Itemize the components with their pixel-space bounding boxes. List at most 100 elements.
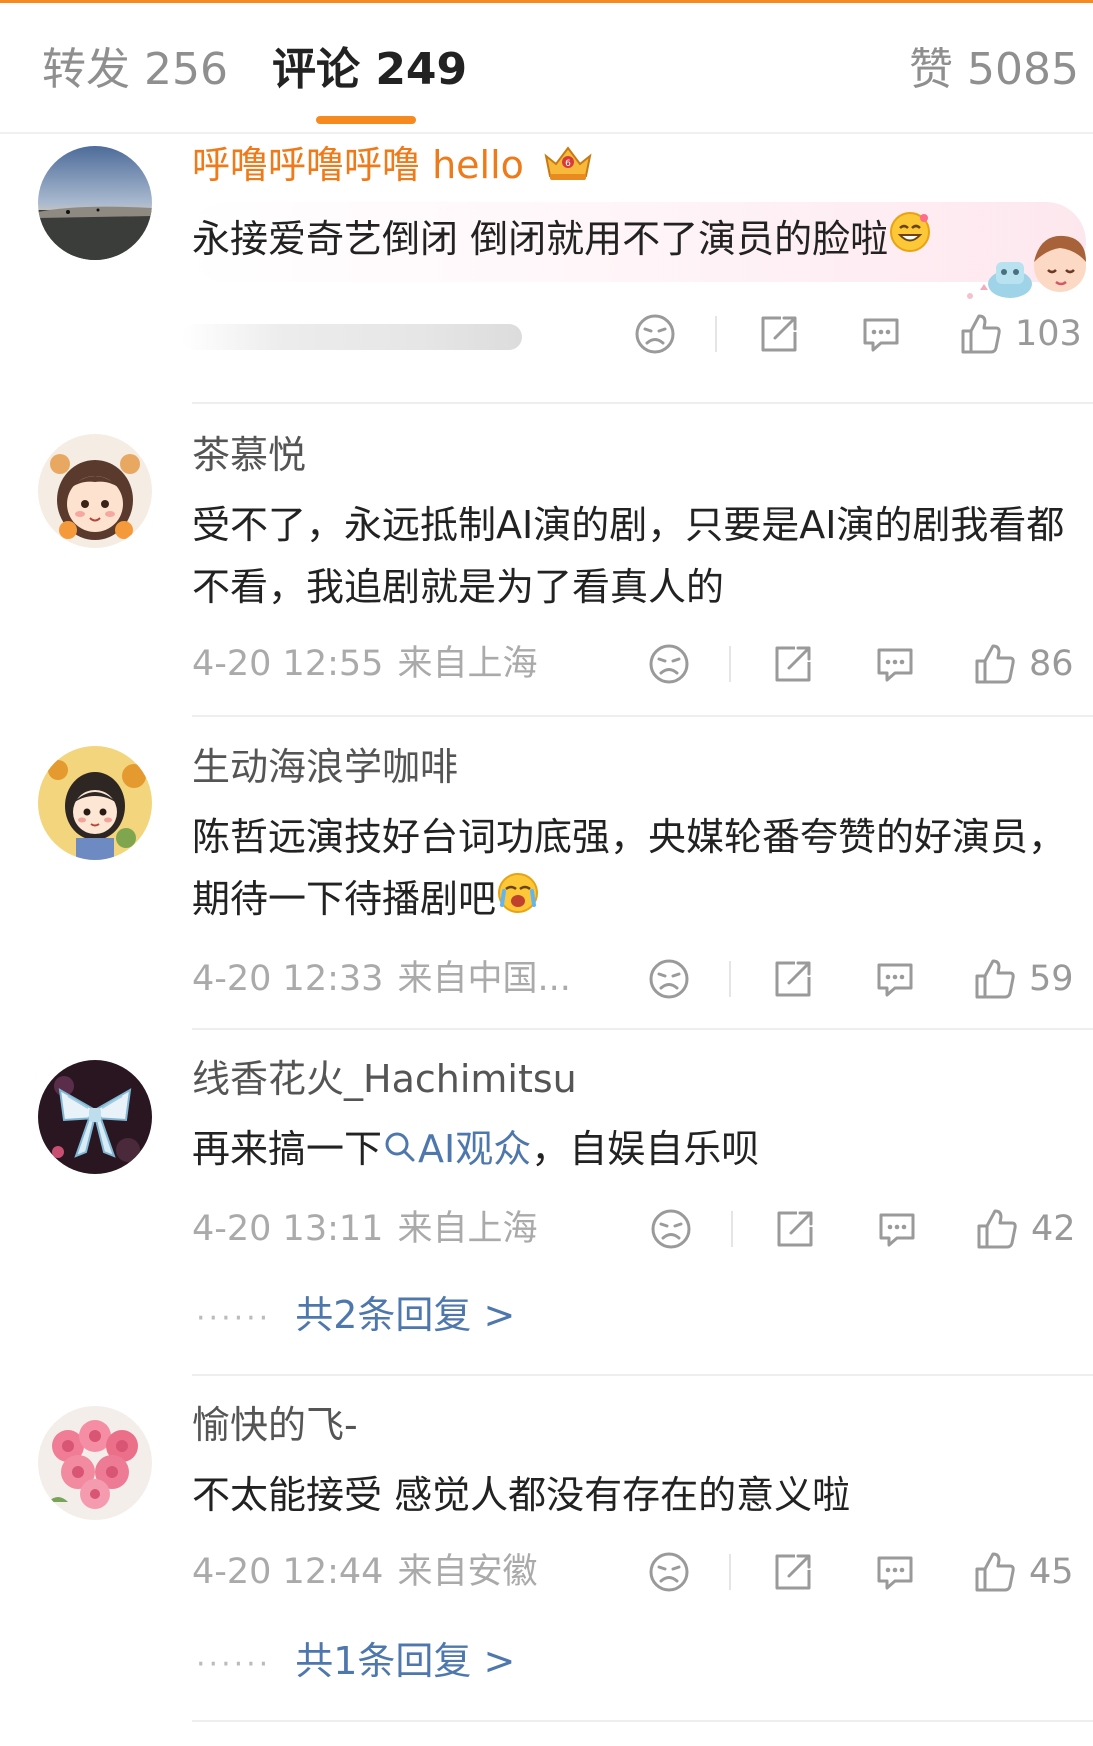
share-icon[interactable] xyxy=(773,1207,817,1251)
action-separator xyxy=(729,646,731,682)
tab-comments[interactable]: 评论 249 xyxy=(272,42,467,98)
topic-search-link[interactable]: AI观众 xyxy=(382,1127,531,1171)
reply-icon[interactable] xyxy=(875,1207,919,1251)
comment-body: 线香花火_Hachimitsu 再来搞一下 AI观众，自娱自乐呗 4-20 13:… xyxy=(192,1054,1093,1255)
replies-label: 共2条回复 > xyxy=(295,1293,516,1337)
avatar[interactable] xyxy=(38,746,152,860)
tab-bar: 转发 256 评论 249 赞 5085 xyxy=(0,0,1093,134)
like-count: 45 xyxy=(1029,1552,1074,1592)
comment-location: 来自上海 xyxy=(397,644,538,684)
topic-link-text: AI观众 xyxy=(418,1127,532,1171)
share-icon[interactable] xyxy=(771,642,815,686)
tab-likes[interactable]: 赞 5085 xyxy=(909,42,1079,98)
username[interactable]: 呼噜呼噜呼噜 hello xyxy=(192,143,524,187)
thumbs-up-icon[interactable] xyxy=(973,957,1017,1001)
thumbs-up-icon[interactable] xyxy=(973,642,1017,686)
comment-meta: 103 xyxy=(182,308,1093,360)
comment-text: 再来搞一下 AI观众，自娱自乐呗 xyxy=(192,1118,1082,1183)
comment-time: 4-20 12:44 xyxy=(192,1552,384,1592)
comment-divider xyxy=(192,1720,1093,1722)
comment-location: 来自安徽 xyxy=(397,1552,538,1592)
comment-timestamp: 4-20 12:55 来自上海 xyxy=(192,638,537,690)
avatar[interactable] xyxy=(38,1406,152,1520)
dislike-face-icon[interactable] xyxy=(647,957,691,1001)
thumbs-up-icon[interactable] xyxy=(975,1207,1019,1251)
username[interactable]: 线香花火_Hachimitsu xyxy=(192,1054,1093,1104)
comment-meta: 4-20 13:11 来自上海 42 xyxy=(192,1203,1093,1255)
comment-time: 4-20 12:33 xyxy=(192,958,384,999)
blurred-meta-placeholder xyxy=(182,324,522,350)
username-row: 呼噜呼噜呼噜 hello 6 xyxy=(192,140,1093,194)
comment-text-content: 永接爱奇艺倒闭 倒闭就用不了演员的脸啦 xyxy=(192,216,889,261)
like-count: 59 xyxy=(1029,958,1074,999)
dislike-face-icon[interactable] xyxy=(647,1550,691,1594)
action-separator xyxy=(715,316,717,352)
action-separator xyxy=(731,1210,733,1247)
comment-timestamp: 4-20 12:33 来自中国... xyxy=(192,953,571,1005)
dislike-face-icon[interactable] xyxy=(633,312,677,356)
comment-body: 呼噜呼噜呼噜 hello 6 永接爱奇艺倒闭 倒闭就用不了演员的脸啦 103 xyxy=(182,140,1093,360)
thumbs-up-icon[interactable] xyxy=(959,312,1003,356)
comment-text: 陈哲远演技好台词功底强，央媒轮番夸赞的好演员，期待一下待播剧吧 xyxy=(192,806,1082,933)
crying-emoji-icon xyxy=(496,871,540,933)
comment-text: 不太能接受 感觉人都没有存在的意义啦 xyxy=(192,1473,851,1517)
like-count: 86 xyxy=(1029,644,1074,684)
dislike-face-icon[interactable] xyxy=(647,642,691,686)
comment-actions: 42 xyxy=(649,1203,1093,1255)
reply-icon[interactable] xyxy=(859,312,903,356)
action-separator xyxy=(729,1554,731,1590)
comment-divider xyxy=(192,715,1093,717)
comment-timestamp: 4-20 12:44 来自安徽 xyxy=(192,1546,537,1598)
reply-icon[interactable] xyxy=(873,642,917,686)
share-icon[interactable] xyxy=(771,957,815,1001)
comment-meta: 4-20 12:33 来自中国... 59 xyxy=(192,953,1093,1005)
comment-location: 来自中国... xyxy=(397,958,571,999)
comment-text: 永接爱奇艺倒闭 倒闭就用不了演员的脸啦 xyxy=(192,208,1082,273)
comment-meta: 4-20 12:55 来自上海 86 xyxy=(192,638,1093,690)
comment-body: 茶慕悦 受不了，永远抵制AI演的剧，只要是AI演的剧我看都不看，我追剧就是为了看… xyxy=(192,430,1093,690)
comment-actions: 103 xyxy=(633,308,1093,360)
tab-repost[interactable]: 转发 256 xyxy=(42,42,228,98)
comment-actions: 59 xyxy=(647,953,1093,1005)
avatar[interactable] xyxy=(38,146,152,260)
comment-time: 4-20 13:11 xyxy=(192,1208,384,1249)
share-icon[interactable] xyxy=(771,1550,815,1594)
svg-text:6: 6 xyxy=(565,159,571,169)
comment-meta: 4-20 12:44 来自安徽 45 xyxy=(192,1546,1093,1598)
comment-time: 4-20 12:55 xyxy=(192,644,384,684)
comment-divider xyxy=(192,1374,1093,1376)
grinning-emoji-icon xyxy=(888,210,932,272)
comment-timestamp: 4-20 13:11 来自上海 xyxy=(192,1203,537,1255)
username[interactable]: 茶慕悦 xyxy=(192,430,1093,480)
view-replies-link[interactable]: ······ 共2条回复 > xyxy=(196,1290,515,1344)
replies-dots: ······ xyxy=(196,1301,272,1336)
comment-text-content: 再来搞一下 xyxy=(192,1127,383,1171)
avatar[interactable] xyxy=(38,434,152,548)
username[interactable]: 生动海浪学咖啡 xyxy=(192,742,1093,792)
comment-location: 来自上海 xyxy=(397,1208,538,1249)
search-icon xyxy=(382,1121,418,1183)
comment-text: 受不了，永远抵制AI演的剧，只要是AI演的剧我看都不看，我追剧就是为了看真人的 xyxy=(192,503,1065,609)
dislike-face-icon[interactable] xyxy=(649,1207,693,1251)
comment-divider xyxy=(192,1028,1093,1030)
reply-icon[interactable] xyxy=(873,1550,917,1594)
vip-crown-icon: 6 xyxy=(542,142,594,194)
replies-label: 共1条回复 > xyxy=(295,1639,516,1683)
like-count: 103 xyxy=(1015,314,1082,354)
replies-dots: ······ xyxy=(196,1647,272,1682)
like-count: 42 xyxy=(1031,1208,1076,1249)
active-tab-indicator xyxy=(316,116,416,124)
comment-text-content: 陈哲远演技好台词功底强，央媒轮番夸赞的好演员，期待一下待播剧吧 xyxy=(192,815,1067,921)
comment-actions: 86 xyxy=(647,638,1093,690)
share-icon[interactable] xyxy=(757,312,801,356)
comment-divider xyxy=(192,402,1093,404)
comment-text-suffix: ，自娱自乐呗 xyxy=(531,1127,760,1171)
reply-icon[interactable] xyxy=(873,957,917,1001)
thumbs-up-icon[interactable] xyxy=(973,1550,1017,1594)
view-replies-link[interactable]: ······ 共1条回复 > xyxy=(196,1636,515,1690)
username[interactable]: 愉快的飞- xyxy=(192,1400,1093,1450)
avatar[interactable] xyxy=(38,1060,152,1174)
comment-actions: 45 xyxy=(647,1546,1093,1598)
comment-body: 生动海浪学咖啡 陈哲远演技好台词功底强，央媒轮番夸赞的好演员，期待一下待播剧吧 … xyxy=(192,742,1093,1005)
comment-body: 愉快的飞- 不太能接受 感觉人都没有存在的意义啦 4-20 12:44 来自安徽 … xyxy=(192,1400,1093,1598)
